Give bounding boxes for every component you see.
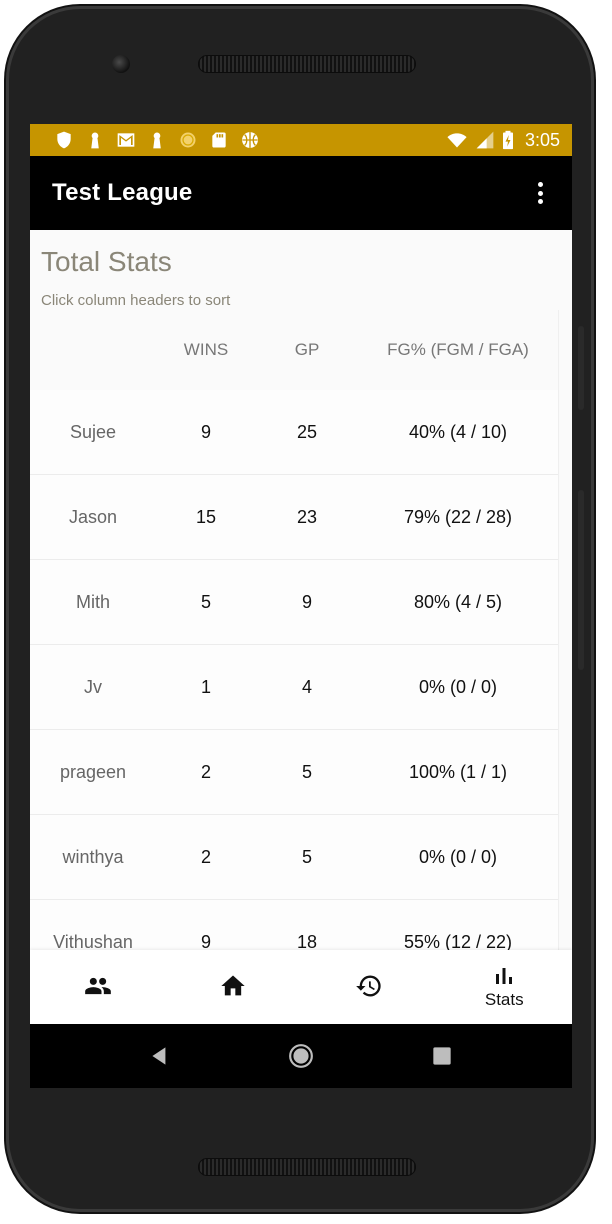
gmail-icon <box>117 133 135 147</box>
screen: 3:05 Test League Total Stats Click colum… <box>30 124 572 1088</box>
power-button <box>578 326 584 410</box>
battery-charging-icon <box>502 130 513 150</box>
overflow-dot <box>537 199 543 204</box>
player-wins: 2 <box>200 846 211 867</box>
volume-button <box>578 490 584 670</box>
stats-table: WINS GP FG% (FGM / FGA) Sujee 9 25 40% (… <box>30 310 558 950</box>
nav-home[interactable] <box>166 950 302 1024</box>
player-fg: 100% (1 / 1) <box>408 761 508 782</box>
nav-history[interactable] <box>301 950 437 1024</box>
more-vert-icon[interactable] <box>528 179 552 207</box>
table-row[interactable]: Mith 5 9 80% (4 / 5) <box>30 560 558 645</box>
recents-icon[interactable] <box>429 1043 455 1069</box>
table-divider <box>558 310 559 950</box>
history-icon <box>355 975 381 997</box>
player-fg: 80% (4 / 5) <box>413 591 503 612</box>
basketball-icon <box>242 132 258 148</box>
table-row[interactable]: winthya 2 5 0% (0 / 0) <box>30 815 558 900</box>
people-icon <box>84 977 111 995</box>
player-name: prageen <box>59 761 127 782</box>
player-gp: 5 <box>301 761 312 782</box>
player-gp: 25 <box>296 421 318 442</box>
column-header-wins[interactable]: WINS <box>156 340 256 360</box>
back-icon[interactable] <box>147 1043 173 1069</box>
table-header-row: WINS GP FG% (FGM / FGA) <box>30 310 558 390</box>
player-wins: 9 <box>200 421 211 442</box>
bar-chart-icon <box>496 968 513 984</box>
front-camera <box>112 55 130 73</box>
status-bar: 3:05 <box>30 124 572 156</box>
status-time: 3:05 <box>524 129 560 150</box>
wifi-icon <box>447 133 467 148</box>
player-gp: 23 <box>296 506 318 527</box>
table-row[interactable]: Vithushan 9 18 55% (12 / 22) <box>30 900 558 950</box>
sort-hint: Click column headers to sort <box>41 292 231 309</box>
player-gp: 18 <box>296 931 318 951</box>
keyhole-icon <box>91 132 99 149</box>
nav-players[interactable] <box>30 950 166 1024</box>
player-fg: 40% (4 / 10) <box>408 421 508 442</box>
table-row[interactable]: Jv 1 4 0% (0 / 0) <box>30 645 558 730</box>
player-gp: 4 <box>301 676 312 697</box>
player-name: Mith <box>75 591 110 612</box>
table-row[interactable]: prageen 2 5 100% (1 / 1) <box>30 730 558 815</box>
keyhole-icon <box>153 132 161 149</box>
column-header-gp[interactable]: GP <box>256 340 358 360</box>
bottom-speaker <box>198 1158 416 1176</box>
app-bar: Test League <box>30 156 572 230</box>
player-fg: 0% (0 / 0) <box>418 846 498 867</box>
overflow-dot <box>537 182 543 187</box>
player-wins: 5 <box>200 591 211 612</box>
page-title: Total Stats <box>41 246 172 277</box>
top-speaker <box>198 55 416 73</box>
stats-content: Total Stats Click column headers to sort… <box>30 230 572 950</box>
player-name: Jason <box>68 506 118 527</box>
player-name: Jv <box>84 676 102 697</box>
bottom-navigation: Stats <box>30 950 572 1024</box>
cell-signal-icon <box>476 131 494 149</box>
nav-stats[interactable]: Stats <box>437 950 573 1024</box>
home-icon <box>221 975 245 996</box>
system-navigation-bar <box>30 1024 572 1088</box>
player-fg: 55% (12 / 22) <box>403 931 513 951</box>
player-name: winthya <box>62 846 124 867</box>
status-system-icons: 3:05 <box>445 130 560 151</box>
table-row[interactable]: Jason 15 23 79% (22 / 28) <box>30 475 558 560</box>
player-wins: 1 <box>200 676 211 697</box>
app-title: Test League <box>52 179 193 206</box>
coin-icon <box>180 132 196 148</box>
player-wins: 15 <box>195 506 217 527</box>
player-name: Sujee <box>69 421 117 442</box>
status-notification-icons <box>54 130 260 150</box>
overflow-dot <box>537 190 543 196</box>
player-gp: 5 <box>301 846 312 867</box>
home-circle-icon[interactable] <box>288 1043 314 1069</box>
sd-card-icon <box>212 132 226 148</box>
nav-label-stats: Stats <box>484 990 524 1009</box>
player-gp: 9 <box>301 591 312 612</box>
player-fg: 79% (22 / 28) <box>403 506 513 527</box>
table-row[interactable]: Sujee 9 25 40% (4 / 10) <box>30 390 558 475</box>
column-header-fg[interactable]: FG% (FGM / FGA) <box>358 340 558 360</box>
player-name: Vithushan <box>53 931 133 951</box>
player-fg: 0% (0 / 0) <box>418 676 498 697</box>
player-wins: 9 <box>200 931 211 951</box>
player-wins: 2 <box>200 761 211 782</box>
shield-icon <box>57 131 71 149</box>
